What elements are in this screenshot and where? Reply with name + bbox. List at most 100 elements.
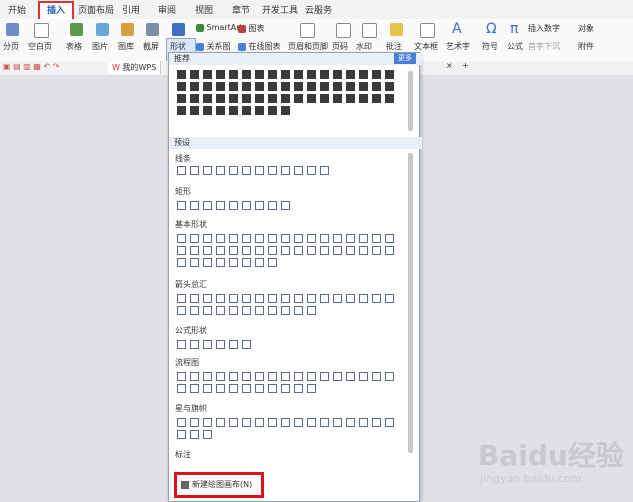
tab-home[interactable]: 开始 [8, 3, 26, 16]
shape-icon[interactable] [216, 258, 225, 267]
shape-icon[interactable] [307, 306, 316, 315]
shape-icon[interactable] [203, 418, 212, 427]
shape-icon[interactable] [268, 306, 277, 315]
shape-icon[interactable] [229, 82, 238, 91]
shape-icon[interactable] [190, 201, 199, 210]
shape-icon[interactable] [216, 246, 225, 255]
shape-icon[interactable] [281, 94, 290, 103]
shape-icon[interactable] [242, 234, 251, 243]
shape-icon[interactable] [255, 294, 264, 303]
shape-icon[interactable] [177, 82, 186, 91]
shape-icon[interactable] [242, 82, 251, 91]
screenshot-button[interactable]: 截屏 [143, 41, 159, 52]
shape-icon[interactable] [320, 234, 329, 243]
shape-icon[interactable] [359, 82, 368, 91]
shape-icon[interactable] [346, 372, 355, 381]
shape-icon[interactable] [216, 418, 225, 427]
tab-cloud[interactable]: 云服务 [305, 3, 332, 16]
new-canvas-menu-item[interactable]: 新建绘图画布(N) [174, 472, 264, 498]
shape-icon[interactable] [242, 94, 251, 103]
shape-icon[interactable] [190, 430, 199, 439]
shape-icon[interactable] [268, 372, 277, 381]
shape-icon[interactable] [190, 166, 199, 175]
shape-icon[interactable] [333, 294, 342, 303]
shape-icon[interactable] [229, 166, 238, 175]
first-letter-button[interactable]: 首字下沉 [528, 41, 560, 52]
shape-icon[interactable] [307, 70, 316, 79]
shape-icon[interactable] [294, 294, 303, 303]
shape-icon[interactable] [281, 418, 290, 427]
shape-icon[interactable] [359, 372, 368, 381]
shape-icon[interactable] [216, 166, 225, 175]
shape-icon[interactable] [346, 294, 355, 303]
shape-icon[interactable] [346, 70, 355, 79]
object-button[interactable]: 对象 [578, 23, 594, 34]
flowchart-grid[interactable] [175, 371, 407, 395]
online-chart-button[interactable]: 在线图表 [238, 41, 281, 52]
shape-icon[interactable] [294, 418, 303, 427]
insert-number-button[interactable]: 插入数字 [528, 23, 560, 34]
shape-icon[interactable] [372, 70, 381, 79]
shape-icon[interactable] [268, 82, 277, 91]
shape-icon[interactable] [307, 94, 316, 103]
shape-icon[interactable] [203, 94, 212, 103]
formula-shapes-grid[interactable] [175, 339, 407, 351]
shape-icon[interactable] [255, 384, 264, 393]
shape-icon[interactable] [281, 166, 290, 175]
shape-icon[interactable] [190, 70, 199, 79]
shape-icon[interactable] [294, 306, 303, 315]
shape-icon[interactable] [203, 234, 212, 243]
shape-icon[interactable] [281, 201, 290, 210]
shape-icon[interactable] [320, 246, 329, 255]
shape-icon[interactable] [385, 418, 394, 427]
shape-icon[interactable] [320, 70, 329, 79]
shape-icon[interactable] [385, 294, 394, 303]
shape-icon[interactable] [203, 384, 212, 393]
shape-icon[interactable] [203, 106, 212, 115]
shape-icon[interactable] [346, 246, 355, 255]
recommended-shapes-grid[interactable] [175, 69, 407, 117]
shape-icon[interactable] [359, 418, 368, 427]
shape-icon[interactable] [307, 234, 316, 243]
shape-icon[interactable] [216, 234, 225, 243]
shape-icon[interactable] [242, 384, 251, 393]
tab-page-layout[interactable]: 页面布局 [78, 3, 114, 16]
shape-icon[interactable] [294, 166, 303, 175]
shape-icon[interactable] [190, 384, 199, 393]
shape-icon[interactable] [281, 294, 290, 303]
shape-icon[interactable] [177, 94, 186, 103]
more-button[interactable]: 更多 [394, 53, 416, 64]
recommended-scrollbar[interactable] [408, 71, 413, 131]
shape-icon[interactable] [242, 306, 251, 315]
shape-icon[interactable] [333, 234, 342, 243]
shape-icon[interactable] [294, 234, 303, 243]
shape-icon[interactable] [320, 418, 329, 427]
shape-icon[interactable] [190, 82, 199, 91]
shape-icon[interactable] [190, 340, 199, 349]
shape-icon[interactable] [177, 258, 186, 267]
shape-icon[interactable] [372, 372, 381, 381]
shape-icon[interactable] [216, 94, 225, 103]
shape-icon[interactable] [255, 82, 264, 91]
shape-icon[interactable] [333, 246, 342, 255]
shapes-button[interactable]: 形状 [170, 41, 186, 52]
shape-icon[interactable] [320, 82, 329, 91]
shape-icon[interactable] [268, 246, 277, 255]
shape-icon[interactable] [216, 306, 225, 315]
shape-icon[interactable] [177, 166, 186, 175]
shape-icon[interactable] [255, 372, 264, 381]
shape-icon[interactable] [307, 166, 316, 175]
shape-icon[interactable] [281, 234, 290, 243]
shape-icon[interactable] [268, 94, 277, 103]
shape-icon[interactable] [294, 82, 303, 91]
shape-icon[interactable] [359, 294, 368, 303]
shape-icon[interactable] [255, 258, 264, 267]
shape-icon[interactable] [255, 234, 264, 243]
shape-icon[interactable] [385, 94, 394, 103]
shape-icon[interactable] [229, 94, 238, 103]
shape-icon[interactable] [346, 94, 355, 103]
shape-icon[interactable] [203, 340, 212, 349]
shape-icon[interactable] [268, 106, 277, 115]
formula-button[interactable]: 公式 [507, 41, 523, 52]
shape-icon[interactable] [242, 258, 251, 267]
